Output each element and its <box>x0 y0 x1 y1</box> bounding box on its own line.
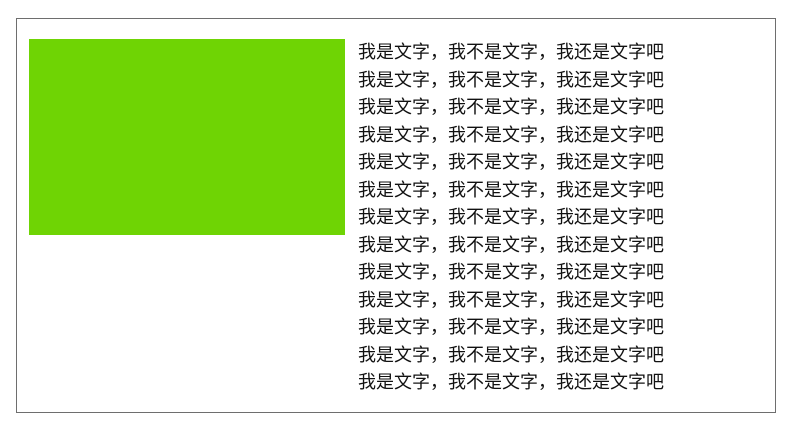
green-box <box>29 39 345 235</box>
text-line: 我是文字，我不是文字，我还是文字吧 <box>358 344 664 366</box>
text-line: 我是文字，我不是文字，我还是文字吧 <box>358 69 664 91</box>
text-line: 我是文字，我不是文字，我还是文字吧 <box>358 289 664 311</box>
text-line: 我是文字，我不是文字，我还是文字吧 <box>358 124 664 146</box>
demo-container: 我是文字，我不是文字，我还是文字吧 我是文字，我不是文字，我还是文字吧 我是文字… <box>16 18 776 413</box>
text-line: 我是文字，我不是文字，我还是文字吧 <box>358 234 664 256</box>
text-line: 我是文字，我不是文字，我还是文字吧 <box>358 372 664 393</box>
text-line: 我是文字，我不是文字，我还是文字吧 <box>358 97 664 118</box>
text-line: 我是文字，我不是文字，我还是文字吧 <box>358 152 664 173</box>
text-line: 我是文字，我不是文字，我还是文字吧 <box>358 317 664 338</box>
text-block: 我是文字，我不是文字，我还是文字吧 我是文字，我不是文字，我还是文字吧 我是文字… <box>358 39 758 397</box>
text-line: 我是文字，我不是文字，我还是文字吧 <box>358 42 664 63</box>
text-line: 我是文字，我不是文字，我还是文字吧 <box>358 262 664 283</box>
text-line: 我是文字，我不是文字，我还是文字吧 <box>358 207 664 228</box>
text-line: 我是文字，我不是文字，我还是文字吧 <box>358 179 664 201</box>
